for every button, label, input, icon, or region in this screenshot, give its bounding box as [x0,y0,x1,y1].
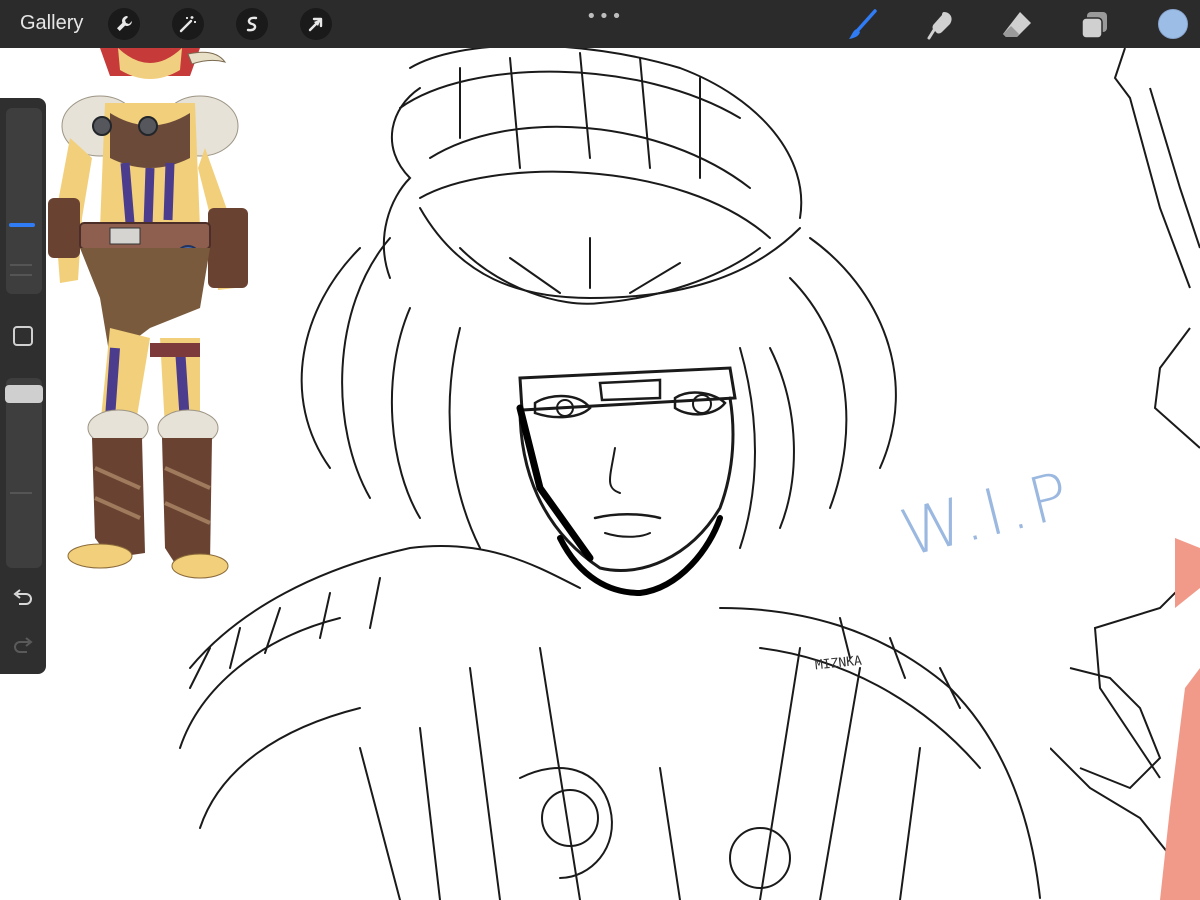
brush-size-thumb[interactable] [5,217,43,235]
undo-icon[interactable] [11,586,35,610]
slider-tick [10,492,32,494]
magic-wand-icon[interactable] [172,8,204,40]
color-picker-swatch[interactable] [1158,9,1188,39]
more-dots-icon[interactable]: ••• [586,6,624,27]
gallery-button[interactable]: Gallery [20,12,83,35]
drawing-canvas[interactable]: W.I.P MIZNKA [0,48,1200,900]
character-sketch [179,48,1041,900]
selection-icon[interactable] [236,8,268,40]
left-sidebar [0,98,46,674]
opacity-thumb[interactable] [5,384,43,403]
wrench-icon[interactable] [108,8,140,40]
square-modify-icon[interactable] [13,326,33,346]
smudge-icon[interactable] [924,8,958,42]
layers-icon[interactable] [1078,8,1112,42]
top-toolbar: Gallery ••• [0,0,1200,48]
eraser-icon[interactable] [1000,8,1034,42]
brush-size-slider[interactable] [6,108,42,294]
side-sketch-fragment [1050,48,1200,900]
arrow-icon[interactable] [300,8,332,40]
slider-tick [10,274,32,276]
brush-size-indicator [9,223,35,228]
brush-icon[interactable] [846,8,880,42]
redo-icon[interactable] [11,634,35,658]
opacity-slider[interactable] [6,378,42,568]
slider-tick [10,264,32,266]
